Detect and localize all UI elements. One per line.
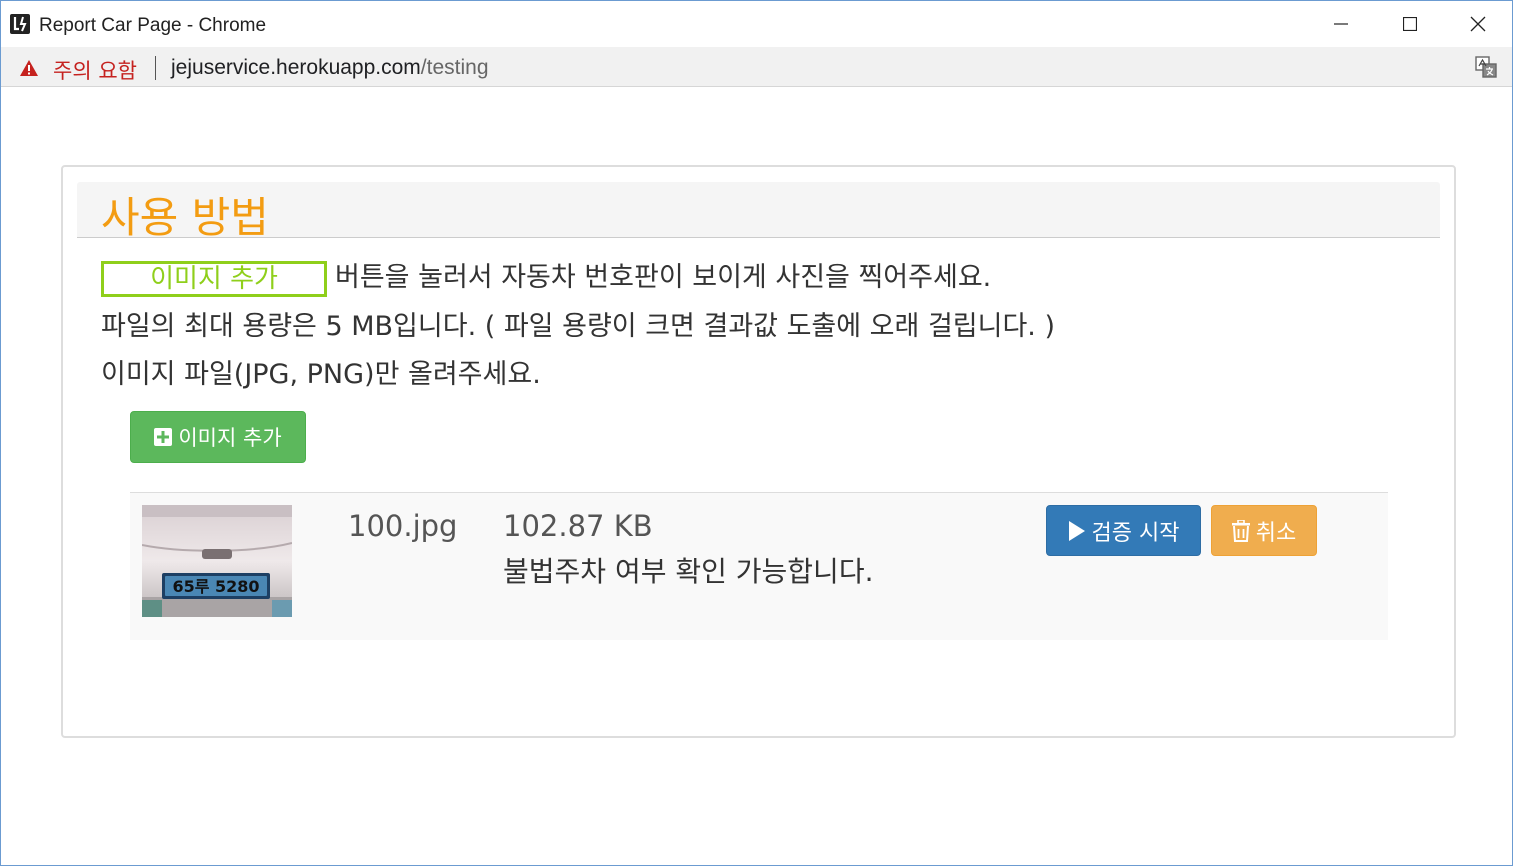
file-row: 65루 5280 100.jpg 102.87 KB 불법주차 여부 확인 가능… [130, 492, 1388, 640]
verify-start-label: 검증 시작 [1091, 520, 1180, 546]
maximize-icon [1403, 17, 1417, 31]
usage-panel: 사용 방법 이미지 추가 버튼을 눌러서 자동차 번호판이 보이게 사진을 찍어주… [61, 165, 1456, 738]
window-title: Report Car Page - Chrome [39, 15, 267, 36]
panel-title: 사용 방법 [101, 193, 269, 242]
maximize-button[interactable] [1376, 1, 1444, 47]
panel-heading: 사용 방법 [77, 182, 1440, 242]
add-image-button[interactable]: 이미지 추가 [130, 411, 306, 463]
image-thumbnail[interactable]: 65루 5280 [142, 505, 292, 617]
instruction-line-3: 이미지 파일(JPG, PNG)만 올려주세요. [101, 359, 541, 390]
minimize-icon [1334, 23, 1348, 25]
instruction-line-1: 이미지 추가 버튼을 눌러서 자동차 번호판이 보이게 사진을 찍어주세요. [101, 255, 991, 297]
instruction-line-2: 파일의 최대 용량은 5 MB입니다. ( 파일 용량이 크면 결과값 도출에 … [101, 311, 1056, 342]
instruction-text-1: 버튼을 눌러서 자동차 번호판이 보이게 사진을 찍어주세요. [335, 262, 992, 293]
file-status: 불법주차 여부 확인 가능합니다. [503, 555, 874, 588]
browser-window: Report Car Page - Chrome 주의 요함 jejuservi… [0, 0, 1513, 866]
plus-square-icon [154, 428, 173, 446]
plate-text: 65루 5280 [172, 577, 259, 596]
app-icon [10, 14, 30, 34]
security-warning[interactable]: 주의 요함 [53, 55, 137, 85]
url-host: jejuservice.herokuapp.com [171, 56, 421, 79]
url-path: /testing [420, 56, 489, 79]
file-name: 100.jpg [348, 509, 458, 543]
title-bar: Report Car Page - Chrome [1, 1, 1512, 47]
car-photo: 65루 5280 [142, 505, 292, 617]
verify-start-button[interactable]: 검증 시작 [1046, 505, 1201, 556]
warning-icon [20, 60, 38, 76]
address-separator [155, 56, 156, 80]
url-text[interactable]: jejuservice.herokuapp.com/testing [171, 56, 489, 80]
translate-icon[interactable] [1475, 56, 1497, 78]
minimize-button[interactable] [1307, 1, 1375, 47]
trash-icon [1231, 519, 1250, 542]
add-image-label: 이미지 추가 [178, 426, 282, 450]
cancel-label: 취소 [1255, 520, 1297, 546]
inline-add-image-label: 이미지 추가 [101, 260, 327, 297]
address-bar[interactable]: 주의 요함 jejuservice.herokuapp.com/testing [1, 47, 1512, 87]
close-button[interactable] [1444, 1, 1512, 47]
file-size: 102.87 KB [503, 509, 653, 543]
cancel-button[interactable]: 취소 [1211, 505, 1317, 556]
close-icon [1470, 16, 1486, 32]
play-icon [1068, 520, 1085, 541]
